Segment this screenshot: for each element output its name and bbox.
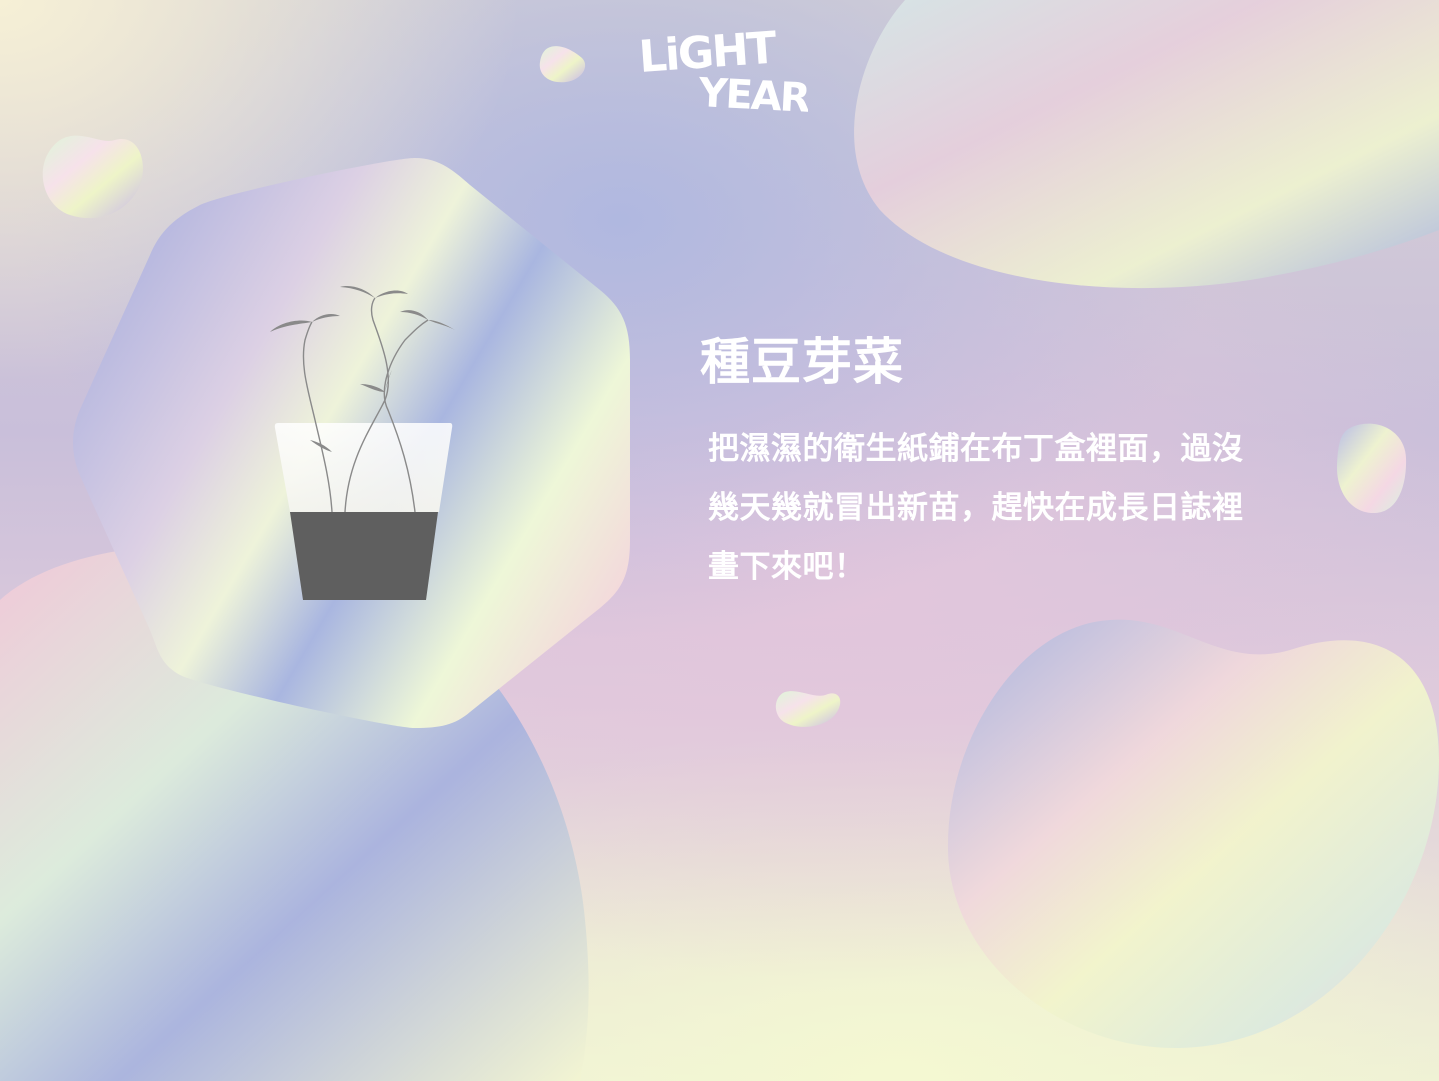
small-blob-right bbox=[1336, 423, 1407, 514]
small-blob-top bbox=[539, 46, 586, 83]
small-blob-middle bbox=[775, 691, 841, 727]
description-text: 把濕濕的衛生紙鋪在布丁盒裡面，過沒幾天幾就冒出新苗，趕快在成長日誌裡畫下來吧！ bbox=[708, 431, 1244, 585]
page-title: 種豆芽菜 bbox=[700, 333, 904, 391]
blob-top-right bbox=[854, 0, 1439, 289]
small-blob-left bbox=[42, 135, 143, 219]
soil bbox=[290, 512, 438, 600]
sprout-in-pot-icon bbox=[270, 286, 455, 600]
light-year-logo[interactable]: LiGHT YEAR bbox=[636, 20, 811, 121]
blob-bottom-right bbox=[947, 619, 1439, 1049]
logo-line-2: YEAR bbox=[696, 70, 808, 114]
cup bbox=[274, 423, 453, 512]
